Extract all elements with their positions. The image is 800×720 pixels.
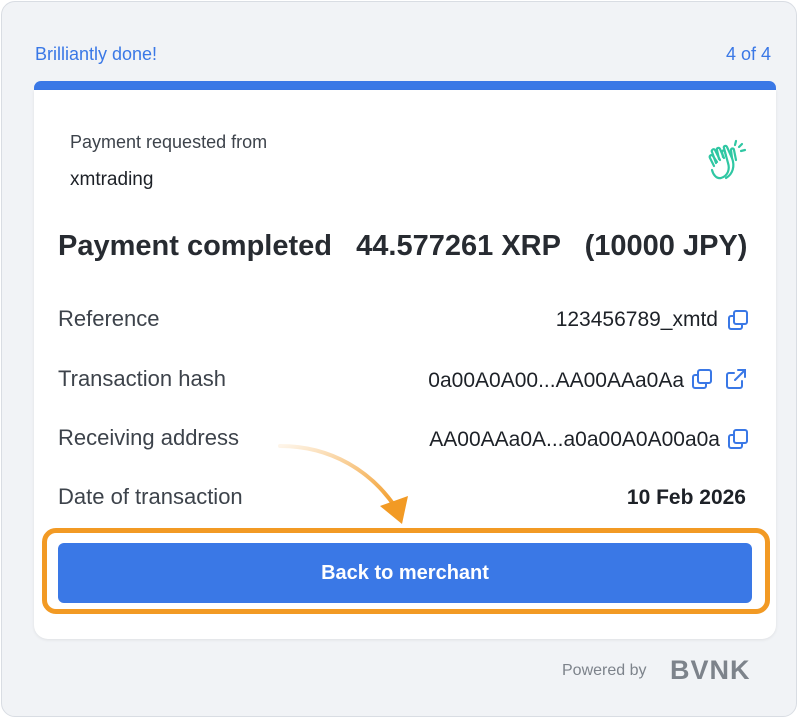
copy-icon[interactable]: [690, 367, 714, 391]
payment-status-headline: Payment completed 44.577261 XRP (10000 J…: [58, 230, 747, 263]
request-label: Payment requested from: [70, 132, 268, 152]
receiving-address-value: AA00AAa0A...a0a00A0A00a0a: [429, 428, 720, 451]
reference-value: 123456789_xmtd: [555, 308, 718, 331]
reference-label: Reference: [58, 306, 160, 331]
transaction-hash-label: Transaction hash: [58, 366, 226, 391]
progress-title: Brilliantly done!: [35, 44, 158, 64]
payment-widget: Brilliantly done! 4 of 4 Payment request…: [1, 1, 797, 717]
transaction-hash-value: 0a00A0A00...AA00AAa0Aa: [428, 369, 684, 392]
merchant-name: xmtrading: [70, 169, 154, 190]
headline-prefix: Payment completed: [58, 230, 332, 262]
fiat-amount: (10000 JPY): [584, 230, 748, 262]
date-value: 10 Feb 2026: [626, 486, 746, 509]
receiving-address-label: Receiving address: [58, 425, 239, 450]
date-label: Date of transaction: [58, 484, 243, 509]
crypto-amount: 44.577261 XRP: [356, 230, 561, 262]
back-to-merchant-button[interactable]: Back to merchant: [58, 543, 752, 603]
copy-icon[interactable]: [726, 427, 750, 451]
bvnk-logo: BVNK: [670, 655, 751, 685]
external-link-icon[interactable]: [724, 367, 748, 391]
clapping-hands-icon: [704, 136, 752, 184]
payment-card: Payment requested from xmtrading Payment…: [34, 90, 776, 639]
copy-icon[interactable]: [726, 308, 750, 332]
powered-by-label: Powered by: [562, 662, 647, 679]
progress-step-count: 4 of 4: [725, 44, 771, 64]
